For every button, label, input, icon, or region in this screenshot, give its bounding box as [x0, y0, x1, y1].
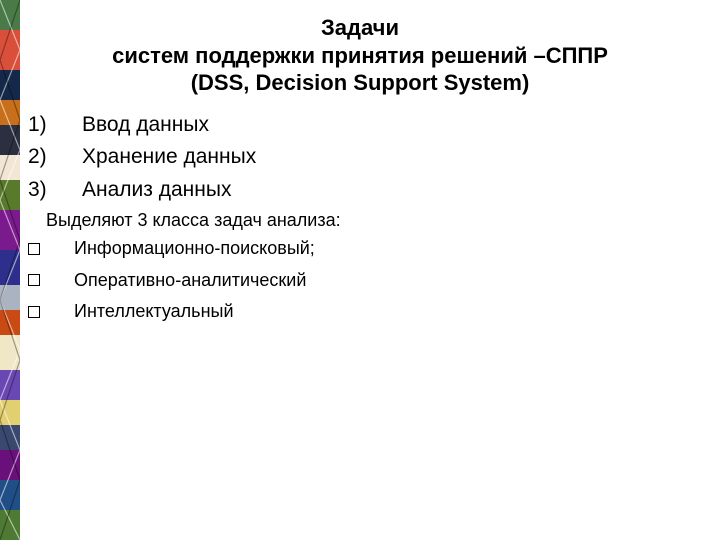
list-item: 1) Ввод данных: [28, 109, 696, 142]
slide-content: Задачи систем поддержки принятия решений…: [0, 0, 720, 328]
numbered-list: 1) Ввод данных 2) Хранение данных 3) Ана…: [28, 109, 696, 207]
list-item-text: Анализ данных: [82, 174, 231, 207]
slide-title: Задачи систем поддержки принятия решений…: [24, 14, 696, 97]
list-item-text: Интеллектуальный: [74, 296, 234, 328]
title-line-2: систем поддержки принятия решений –СППР: [24, 42, 696, 70]
list-item: 2) Хранение данных: [28, 141, 696, 174]
square-bullet-icon: [28, 274, 40, 286]
list-item-text: Оперативно-аналитический: [74, 265, 306, 297]
title-line-1: Задачи: [24, 14, 696, 42]
square-bullet-icon: [28, 243, 40, 255]
list-item-number: 2): [28, 141, 58, 174]
list-item-text: Информационно-поисковый;: [74, 233, 315, 265]
square-bullet-icon: [28, 306, 40, 318]
list-item-number: 1): [28, 109, 58, 142]
list-item: Информационно-поисковый;: [28, 233, 696, 265]
list-item-number: 3): [28, 174, 58, 207]
title-line-3: (DSS, Decision Support System): [24, 69, 696, 97]
boxed-list: Информационно-поисковый; Оперативно-анал…: [28, 233, 696, 328]
list-item: Интеллектуальный: [28, 296, 696, 328]
list-item: 3) Анализ данных: [28, 174, 696, 207]
list-item: Оперативно-аналитический: [28, 265, 696, 297]
list-item-text: Хранение данных: [82, 141, 256, 174]
sub-heading: Выделяют 3 класса задач анализа:: [46, 210, 696, 231]
list-item-text: Ввод данных: [82, 109, 209, 142]
